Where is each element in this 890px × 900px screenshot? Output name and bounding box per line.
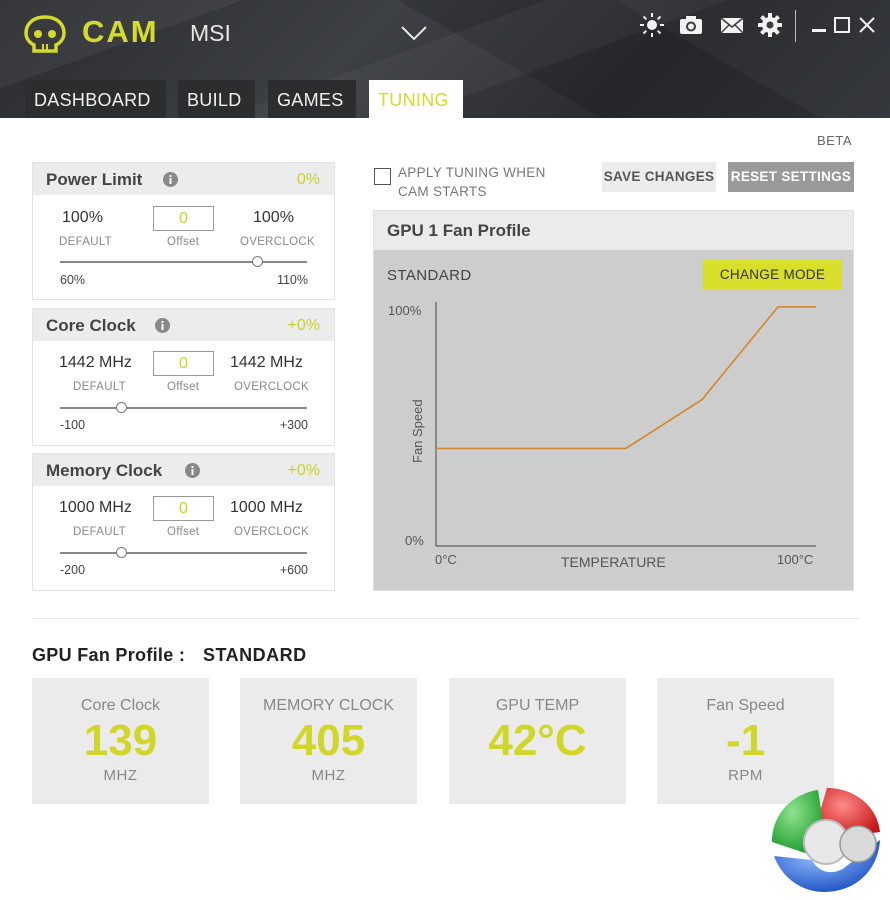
close-icon[interactable] (858, 16, 876, 34)
range-max: 110% (276, 273, 308, 287)
info-icon[interactable] (163, 172, 178, 187)
y-max-label: 100% (388, 303, 422, 318)
cam-logo-icon (24, 15, 66, 53)
reset-settings-button[interactable]: RESET SETTINGS (728, 162, 854, 192)
default-label: DEFAULT (73, 381, 127, 393)
range-min: -100 (60, 418, 86, 432)
y-axis-label: Fan Speed (410, 399, 425, 463)
device-model: MSI (190, 20, 231, 46)
range-max: +300 (279, 418, 308, 432)
range-min: -200 (60, 563, 86, 577)
power-limit-panel: Power Limit 0% 100% DEFAULT 0 Offset 100… (32, 162, 335, 300)
slider-knob[interactable] (251, 256, 263, 267)
brightness-icon[interactable] (639, 12, 665, 38)
default-label: DEFAULT (73, 526, 127, 538)
core-clock-slider[interactable] (60, 402, 307, 413)
gpu-fan-profile-label: GPU Fan Profile : (32, 645, 186, 665)
stat-label: Fan Speed (706, 697, 785, 714)
fan-profile-header: GPU 1 Fan Profile (374, 211, 853, 250)
panel-percent: +0% (287, 462, 320, 479)
apply-tuning-label-line1: APPLY TUNING WHEN (398, 165, 546, 180)
default-value: 1000 MHz (59, 499, 132, 516)
mail-icon[interactable] (719, 12, 745, 38)
panel-percent: +0% (287, 317, 320, 334)
overclock-value: 1000 MHz (230, 499, 303, 516)
overclock-label: OVERCLOCK (234, 526, 309, 538)
default-label: DEFAULT (59, 236, 113, 248)
stat-core-clock: Core Clock 139 MHZ (32, 678, 209, 804)
panel-title: Power Limit (46, 170, 143, 189)
panel-title: Memory Clock (46, 461, 163, 480)
save-changes-button[interactable]: SAVE CHANGES (602, 162, 716, 192)
stat-value: 405 (291, 716, 366, 765)
minimize-icon[interactable] (810, 16, 828, 34)
power-limit-slider[interactable] (60, 256, 307, 267)
gpu-fan-profile-value: STANDARD (203, 645, 307, 665)
chevron-down-icon[interactable] (400, 24, 428, 42)
panel-header: Core Clock +0% (33, 309, 334, 341)
x-axis-label: TEMPERATURE (561, 554, 666, 570)
stat-value: 42°C (488, 716, 587, 765)
header-separator (795, 10, 796, 42)
stat-unit: MHZ (103, 767, 138, 784)
stat-value: 139 (83, 716, 158, 765)
offset-label: Offset (167, 381, 200, 393)
apply-tuning-label-line2: CAM STARTS (398, 184, 487, 199)
overclock-label: OVERCLOCK (234, 381, 309, 393)
x-min-label: 0°C (435, 552, 457, 567)
apply-tuning-label[interactable]: APPLY TUNING WHEN CAM STARTS (398, 163, 546, 201)
y-min-label: 0% (405, 533, 424, 548)
tab-tuning[interactable]: TUNING (369, 80, 463, 118)
default-value: 100% (62, 209, 103, 226)
overclock-value: 1442 MHz (230, 354, 303, 371)
core-clock-panel: Core Clock +0% 1442 MHz DEFAULT 0 Offset… (32, 308, 335, 446)
panel-header: Power Limit 0% (33, 163, 334, 195)
maximize-icon[interactable] (833, 16, 851, 34)
fan-profile-box: 100% 0% Fan Speed 0°C 100°C TEMPERATURE … (373, 210, 854, 591)
fan-profile-title: GPU 1 Fan Profile (387, 221, 531, 240)
app-header: CAM MSI DASHBOARD BUILD GAMES TUNING (0, 0, 890, 118)
offset-label: Offset (167, 526, 200, 538)
beta-label: BETA (817, 133, 852, 148)
slider-knob[interactable] (115, 402, 127, 413)
fan-curve-line (436, 306, 816, 450)
tab-build[interactable]: BUILD (178, 80, 255, 118)
fan-mode-label: STANDARD (387, 267, 472, 284)
offset-input[interactable]: 0 (153, 206, 214, 231)
memory-clock-panel: Memory Clock +0% 1000 MHz DEFAULT 0 Offs… (32, 453, 335, 591)
stat-memory-clock: MEMORY CLOCK 405 MHZ (240, 678, 417, 804)
slider-knob[interactable] (115, 547, 127, 558)
stat-label: GPU TEMP (495, 697, 580, 714)
camera-icon[interactable] (678, 12, 704, 38)
stat-unit: MHZ (311, 767, 346, 784)
info-icon[interactable] (185, 463, 200, 478)
overclock-value: 100% (253, 209, 294, 226)
apply-tuning-checkbox[interactable] (374, 168, 391, 185)
stat-label: Core Clock (80, 697, 161, 714)
panel-header: Memory Clock +0% (33, 454, 334, 486)
info-icon[interactable] (155, 318, 170, 333)
kg-watermark-icon (772, 788, 880, 892)
memory-clock-slider[interactable] (60, 547, 307, 558)
x-max-label: 100°C (777, 552, 813, 567)
offset-input[interactable]: 0 (153, 496, 214, 521)
overclock-label: OVERCLOCK (240, 236, 315, 248)
tab-games[interactable]: GAMES (268, 80, 356, 118)
range-max: +600 (279, 563, 308, 577)
stat-label: MEMORY CLOCK (263, 697, 394, 714)
panel-percent: 0% (296, 171, 320, 188)
range-min: 60% (60, 273, 86, 287)
default-value: 1442 MHz (59, 354, 132, 371)
stat-gpu-temp: GPU TEMP 42°C (449, 678, 626, 804)
stat-value: -1 (725, 716, 766, 765)
gear-icon[interactable] (757, 12, 783, 38)
change-mode-button[interactable]: CHANGE MODE (703, 260, 842, 290)
section-divider (32, 618, 858, 619)
brand-name: CAM (82, 14, 159, 49)
tab-dashboard[interactable]: DASHBOARD (25, 80, 166, 118)
panel-title: Core Clock (46, 316, 136, 335)
offset-label: Offset (167, 236, 200, 248)
offset-input[interactable]: 0 (153, 351, 214, 376)
